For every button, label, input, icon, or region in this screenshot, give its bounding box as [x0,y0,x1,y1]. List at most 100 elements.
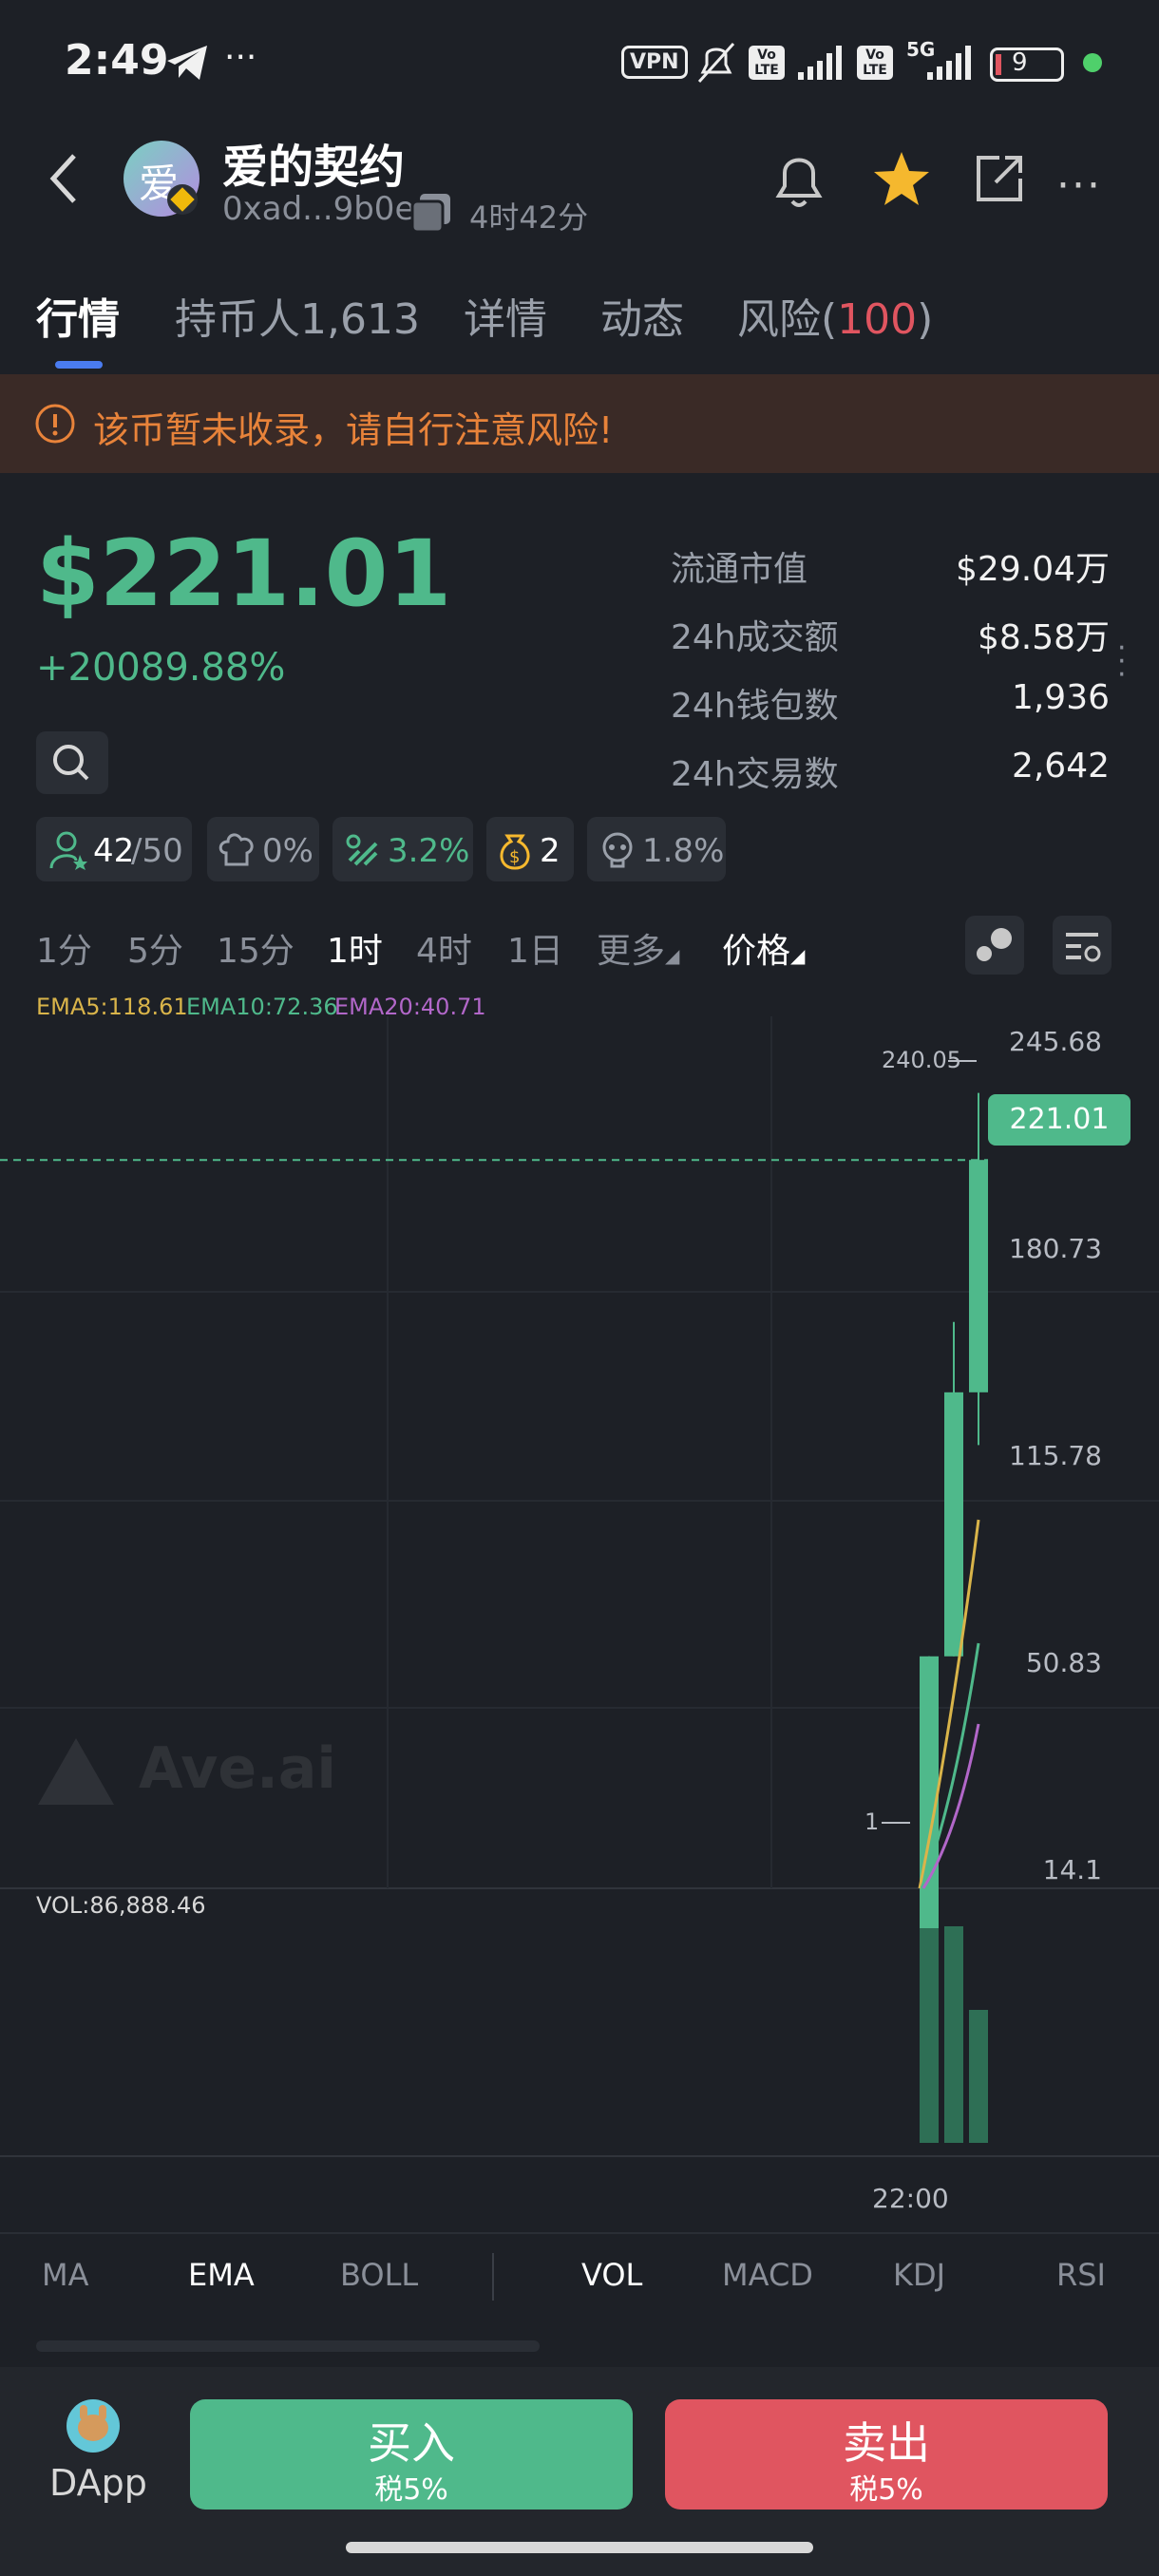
status-time: 2:49 [65,36,169,85]
signal-icon-2 [927,46,971,80]
chip-top-holders[interactable]: 42 /50 [36,817,192,881]
battery-level: 9 [1012,48,1028,77]
privacy-dot-icon [1083,53,1102,72]
indicator-rsi[interactable]: RSI [1056,2257,1106,2293]
volume-bars [920,1926,988,2143]
user-star-icon [49,831,87,870]
timeframe-more[interactable]: 更多◢ [597,923,679,973]
tab-holders[interactable]: 持币人1,613 [175,285,420,346]
x-axis-label: 22:00 [872,2183,949,2214]
bundle-link-icon [346,834,378,866]
token-avatar: 爱 [124,141,200,217]
watermark-text: Ave.ai [139,1735,336,1802]
svg-text:$: $ [509,847,520,867]
side-menu-handle-icon[interactable]: · · · [1117,635,1127,690]
candle-body [944,1392,963,1657]
indicator-divider [492,2253,494,2301]
share-icon[interactable] [973,152,1026,205]
timeframe-1h[interactable]: 1时 [327,923,383,973]
home-indicator[interactable] [346,2542,813,2553]
volte-icon-2: Vo LTE [857,46,893,80]
y-label-5: 14.1 [1042,1854,1102,1885]
low-marker: 1 [864,1809,880,1835]
timeframe-4h[interactable]: 4时 [416,923,472,973]
watermark: Ave.ai [38,1735,336,1805]
info-icon [35,404,75,444]
timeframe-1d[interactable]: 1日 [507,923,563,973]
y-label-3: 115.78 [1009,1440,1102,1471]
current-price-tag: 221.01 [988,1094,1130,1146]
stat-value-wallets: 1,936 [1011,678,1110,717]
y-label-2: 180.73 [1009,1233,1102,1264]
chip-dev[interactable]: 0% [207,817,319,881]
y-label-4: 50.83 [1025,1647,1102,1678]
indicator-boll[interactable]: BOLL [340,2257,418,2293]
stat-label-wallets: 24h钱包数 [671,687,839,726]
status-bar: 2:49 ··· VPN Vo LTE Vo LTE 5G 9 [0,0,1159,123]
volume-bar [920,1928,939,2143]
chip-insiders[interactable]: $ 2 [486,817,574,881]
timeframe-5m[interactable]: 5分 [127,923,183,973]
scroll-indicator[interactable] [36,2340,540,2352]
low-marker-line [882,1822,910,1824]
indicator-ma[interactable]: MA [42,2257,89,2293]
token-age: 4时42分 [469,199,589,236]
mute-bell-icon [697,42,735,84]
chip-sniper[interactable]: 1.8% [587,817,726,881]
back-arrow-icon[interactable] [48,152,80,205]
tab-market[interactable]: 行情 [36,285,120,346]
price-chart[interactable]: Ave.ai [0,1016,1159,2242]
search-icon [53,745,89,781]
tab-activity[interactable]: 动态 [600,285,684,346]
high-marker-line [948,1060,977,1062]
stat-label-volume: 24h成交额 [671,618,839,657]
price-type-dropdown[interactable]: 价格◢ [722,923,805,973]
skull-icon [602,832,633,868]
sell-button[interactable]: 卖出 税5% [665,2399,1108,2510]
star-favorite-icon[interactable] [872,150,931,209]
indicator-macd[interactable]: MACD [722,2257,813,2293]
chip-bundle[interactable]: 3.2% [332,817,473,881]
more-options-icon[interactable]: ··· [1056,161,1102,210]
chart-style-button[interactable] [965,916,1024,975]
divider [0,2232,1159,2234]
chef-hat-icon [218,833,254,866]
price-change: +20089.88% [36,646,286,690]
volume-label: VOL:86,888.46 [36,1892,206,1919]
indicator-kdj[interactable]: KDJ [893,2257,945,2293]
price-value: $221.01 [36,521,452,627]
token-name: 爱的契约 [222,141,406,194]
chain-badge-icon [167,184,198,215]
search-button[interactable] [36,731,108,794]
money-bag-icon: $ [500,834,530,870]
vpn-icon: VPN [621,46,688,79]
buy-button[interactable]: 买入 税5% [190,2399,633,2510]
bubble-icon [977,928,1012,961]
volte-icon: Vo LTE [749,46,785,80]
tab-risk[interactable]: 风险(100) [737,285,933,346]
pancakeswap-dapp-icon[interactable] [66,2399,120,2453]
bell-icon[interactable] [770,150,828,211]
volume-bar [969,2010,988,2143]
active-tab-indicator [55,361,103,369]
candle-body [969,1160,988,1392]
indicator-vol[interactable]: VOL [581,2257,642,2293]
timeframe-15m[interactable]: 15分 [217,923,294,973]
y-label-1: 245.68 [1009,1026,1102,1057]
stat-value-volume: $8.58万 [977,618,1110,657]
dapp-label[interactable]: DApp [49,2462,147,2504]
risk-warning-text: 该币暂未收录，请自行注意风险! [93,409,614,451]
stat-label-marketcap: 流通市值 [671,550,808,589]
chart-settings-button[interactable] [1053,916,1112,975]
stat-value-marketcap: $29.04万 [956,550,1110,589]
tab-details[interactable]: 详情 [464,285,547,346]
risk-score: 100 [837,295,918,344]
stat-value-trades: 2,642 [1011,747,1110,786]
signal-icon [798,46,842,80]
copy-icon[interactable] [410,192,454,234]
indicator-ema[interactable]: EMA [188,2257,255,2293]
timeframe-1m[interactable]: 1分 [36,923,92,973]
token-address: 0xad...9b0e [222,190,415,228]
battery-icon: 9 [990,47,1064,82]
more-dots-icon: ··· [224,38,257,77]
